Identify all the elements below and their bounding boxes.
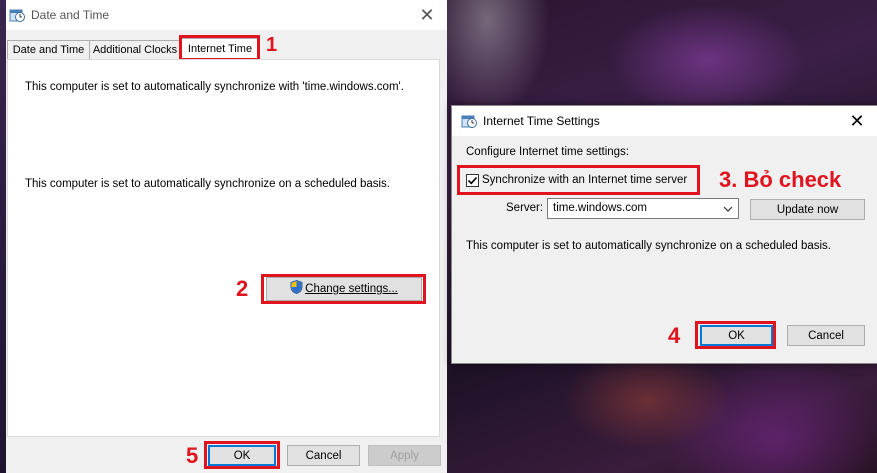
sync-status-text: This computer is set to automatically sy… xyxy=(25,81,404,93)
highlight-box-ok xyxy=(204,441,280,469)
cancel-button[interactable]: Cancel xyxy=(287,445,360,466)
tab-date-and-time[interactable]: Date and Time xyxy=(7,40,90,60)
annotation-step-2: 2 xyxy=(236,276,249,301)
internet-time-settings-dialog: Internet Time Settings ✕ Configure Inter… xyxy=(451,105,877,364)
server-select[interactable]: time.windows.com xyxy=(547,198,739,219)
settings-dialog-title: Internet Time Settings xyxy=(483,114,600,128)
background-edge xyxy=(0,0,6,473)
highlight-box-sync-checkbox xyxy=(457,165,700,195)
annotation-step-1: 1 xyxy=(266,34,278,56)
date-and-time-dialog: Date and Time ✕ Date and Time Additional… xyxy=(0,0,447,473)
server-value: time.windows.com xyxy=(553,202,647,214)
dialog-title: Date and Time xyxy=(31,8,110,22)
schedule-status-text: This computer is set to automatically sy… xyxy=(25,178,390,190)
update-now-button[interactable]: Update now xyxy=(750,199,865,220)
internet-time-panel: This computer is set to automatically sy… xyxy=(7,59,440,437)
annotation-step-4: 4 xyxy=(668,323,681,348)
server-label: Server: xyxy=(506,202,544,214)
configure-label: Configure Internet time settings: xyxy=(466,146,629,158)
schedule-info-text: This computer is set to automatically sy… xyxy=(466,240,831,252)
tab-additional-clocks[interactable]: Additional Clocks xyxy=(89,40,181,60)
close-icon[interactable]: ✕ xyxy=(415,4,439,26)
highlight-box-settings-ok xyxy=(695,321,776,349)
settings-title-bar: Internet Time Settings ✕ xyxy=(452,106,877,136)
close-icon[interactable]: ✕ xyxy=(845,110,869,132)
annotation-step-5: 5 xyxy=(186,443,199,468)
clock-calendar-icon xyxy=(461,115,477,128)
highlight-box-internet-time-tab xyxy=(179,35,260,61)
annotation-step-3: 3. Bỏ check xyxy=(719,167,842,192)
chevron-down-icon xyxy=(723,206,733,212)
highlight-box-change-settings xyxy=(261,274,426,304)
settings-cancel-button[interactable]: Cancel xyxy=(787,325,865,346)
apply-button[interactable]: Apply xyxy=(368,445,441,466)
title-bar: Date and Time ✕ xyxy=(0,0,447,30)
clock-calendar-icon xyxy=(9,9,25,22)
